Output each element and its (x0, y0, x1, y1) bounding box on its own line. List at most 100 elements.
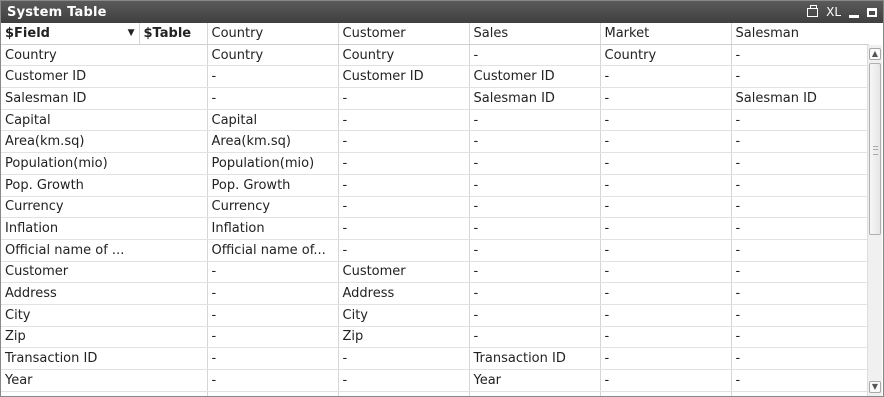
scrollbar-thumb[interactable] (869, 63, 881, 235)
column-header-customer[interactable]: Customer (338, 23, 470, 45)
cell-market[interactable]: - (600, 391, 732, 396)
chevron-down-icon[interactable]: ▼ (128, 28, 135, 38)
cell-customer[interactable]: City (338, 304, 470, 327)
cell-field[interactable]: Official name of ... (1, 239, 208, 262)
cell-field[interactable]: Customer (1, 261, 208, 284)
cell-salesman[interactable]: - (731, 44, 869, 67)
cell-customer[interactable]: Customer ID (338, 65, 470, 89)
cell-market[interactable]: - (600, 304, 732, 327)
cell-market[interactable]: - (600, 239, 732, 262)
cell-customer[interactable]: Customer (338, 261, 470, 284)
cell-field[interactable]: Area(km.sq) (1, 130, 208, 154)
cell-sales[interactable]: Salesman ID (469, 87, 601, 110)
cell-sales[interactable]: - (469, 217, 601, 240)
cell-sales[interactable]: - (469, 44, 601, 67)
cell-country[interactable]: - (207, 304, 339, 327)
cell-market[interactable]: - (600, 174, 732, 197)
cell-customer[interactable]: - (338, 239, 470, 262)
cell-customer[interactable]: - (338, 196, 470, 219)
cell-salesman[interactable]: - (731, 130, 869, 154)
cell-market[interactable]: - (600, 196, 732, 219)
cell-market[interactable]: - (600, 130, 732, 154)
cell-field[interactable]: Address (1, 282, 208, 305)
cell-field[interactable]: City (1, 304, 208, 327)
cell-salesman[interactable]: - (731, 347, 869, 370)
cell-salesman[interactable]: - (731, 326, 869, 349)
cell-salesman[interactable]: - (731, 152, 869, 175)
cell-country[interactable]: Population(mio) (207, 152, 339, 175)
scroll-up-icon[interactable]: ▲ (869, 48, 881, 60)
cell-sales[interactable]: - (469, 326, 601, 349)
cell-country[interactable]: Capital (207, 109, 339, 132)
cell-country[interactable]: - (207, 369, 339, 392)
cell-country[interactable]: - (207, 326, 339, 349)
cell-field[interactable]: Zip (1, 326, 208, 349)
cell-country[interactable]: - (207, 347, 339, 370)
cell-sales[interactable]: - (469, 174, 601, 197)
cell-market[interactable]: - (600, 87, 732, 110)
minimize-icon[interactable] (849, 14, 859, 18)
cell-salesman[interactable]: - (731, 217, 869, 240)
cell-salesman[interactable]: - (731, 304, 869, 327)
cell-customer[interactable]: - (338, 347, 470, 370)
cell-country[interactable]: - (207, 87, 339, 110)
column-header-country[interactable]: Country (207, 23, 339, 45)
column-header-market[interactable]: Market (600, 23, 732, 45)
column-header-sales[interactable]: Sales (469, 23, 601, 45)
cell-salesman[interactable]: - (731, 109, 869, 132)
cell-customer[interactable]: Country (338, 44, 470, 67)
cell-customer[interactable]: - (338, 217, 470, 240)
cell-market[interactable]: - (600, 347, 732, 370)
cell-customer[interactable]: - (338, 369, 470, 392)
cell-sales[interactable]: - (469, 282, 601, 305)
column-header-table[interactable]: $Table (139, 23, 208, 45)
cell-country[interactable]: - (207, 65, 339, 89)
cell-country[interactable]: Official name of... (207, 239, 339, 262)
cell-market[interactable]: - (600, 152, 732, 175)
cell-salesman[interactable]: - (731, 196, 869, 219)
cell-sales[interactable]: Year (469, 369, 601, 392)
cell-country[interactable]: - (207, 261, 339, 284)
cell-salesman[interactable]: - (731, 391, 869, 396)
cell-customer[interactable]: - (338, 174, 470, 197)
cell-customer[interactable]: - (338, 130, 470, 154)
cell-market[interactable]: - (600, 109, 732, 132)
cell-country[interactable]: Inflation (207, 217, 339, 240)
column-header-salesman[interactable]: Salesman (731, 23, 869, 45)
cell-field[interactable]: Salesman ID (1, 87, 208, 110)
cell-sales[interactable]: - (469, 304, 601, 327)
cell-country[interactable]: - (207, 391, 339, 396)
cell-field[interactable]: Month (1, 391, 208, 396)
cell-country[interactable]: Area(km.sq) (207, 130, 339, 154)
cell-salesman[interactable]: - (731, 65, 869, 89)
cell-salesman[interactable]: - (731, 239, 869, 262)
scroll-down-icon[interactable]: ▼ (869, 381, 881, 393)
cell-field[interactable]: Pop. Growth (1, 174, 208, 197)
cell-market[interactable]: - (600, 65, 732, 89)
cell-customer[interactable]: - (338, 87, 470, 110)
cell-sales[interactable]: Customer ID (469, 65, 601, 89)
cell-salesman[interactable]: - (731, 174, 869, 197)
cell-country[interactable]: Currency (207, 196, 339, 219)
cell-field[interactable]: Year (1, 369, 208, 392)
send-to-excel-button[interactable]: XL (826, 5, 841, 19)
cell-customer[interactable]: - (338, 391, 470, 396)
cell-sales[interactable]: - (469, 109, 601, 132)
cell-market[interactable]: Country (600, 44, 732, 67)
cell-customer[interactable]: - (338, 152, 470, 175)
cell-sales[interactable]: Transaction ID (469, 347, 601, 370)
vertical-scrollbar[interactable]: ▲ ▼ (867, 45, 882, 396)
cell-country[interactable]: Pop. Growth (207, 174, 339, 197)
cell-sales[interactable]: - (469, 239, 601, 262)
cell-sales[interactable]: - (469, 196, 601, 219)
cell-customer[interactable]: - (338, 109, 470, 132)
cell-country[interactable]: Country (207, 44, 339, 67)
cell-salesman[interactable]: Salesman ID (731, 87, 869, 110)
cell-market[interactable]: - (600, 369, 732, 392)
cell-salesman[interactable]: - (731, 282, 869, 305)
cell-market[interactable]: - (600, 217, 732, 240)
maximize-icon[interactable] (867, 7, 877, 17)
cell-sales[interactable]: - (469, 130, 601, 154)
cell-market[interactable]: - (600, 282, 732, 305)
cell-customer[interactable]: Address (338, 282, 470, 305)
